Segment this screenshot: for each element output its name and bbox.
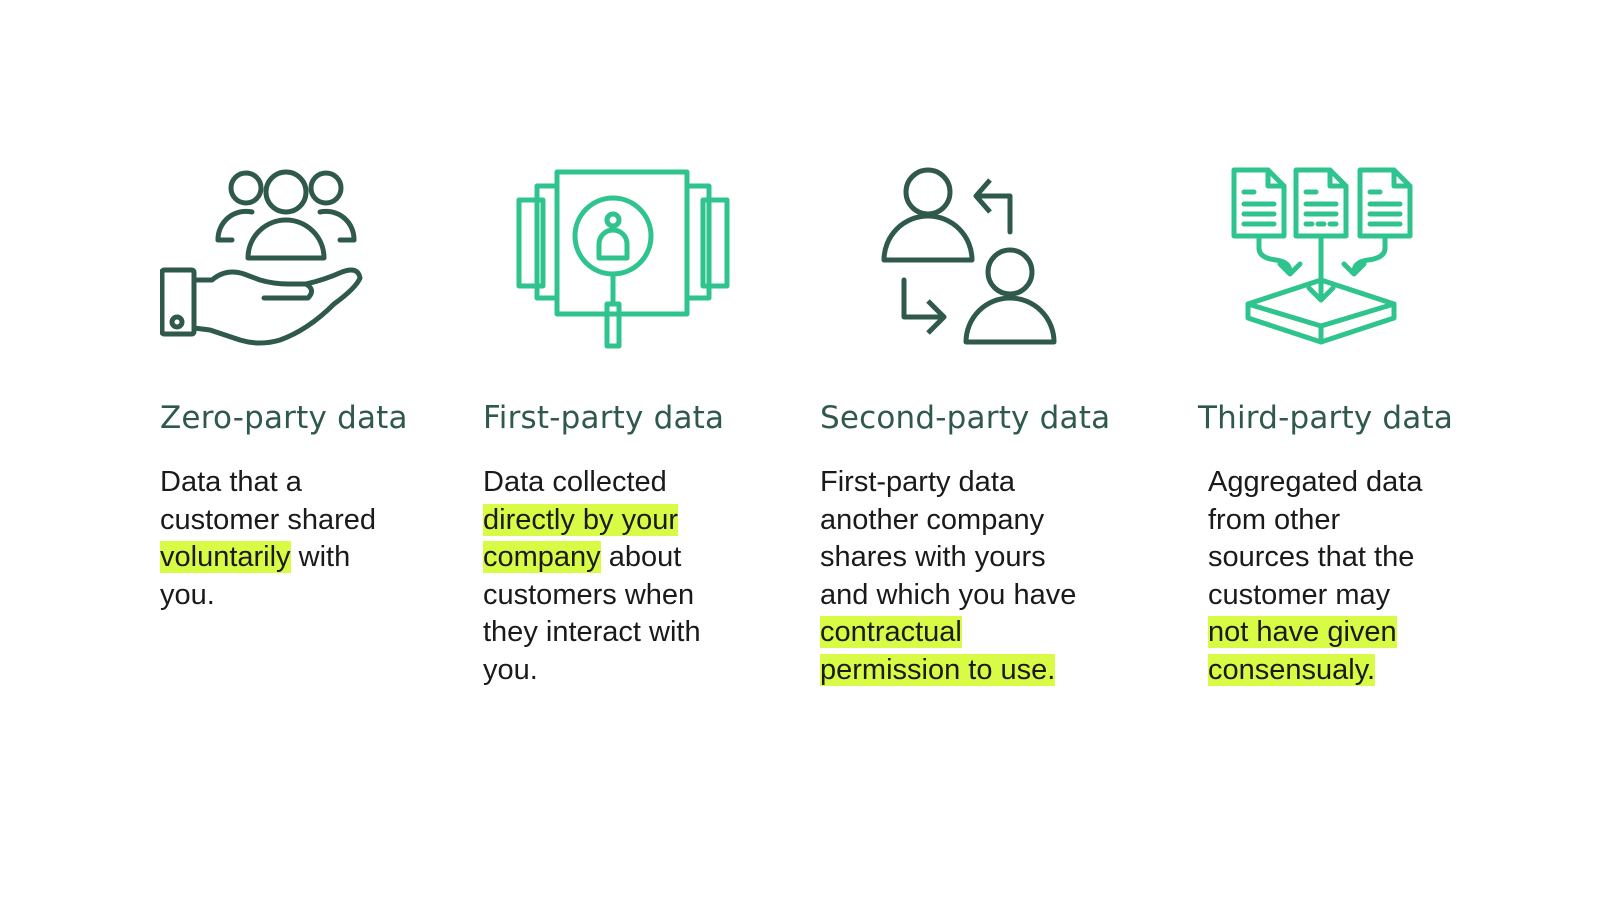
person-search-document-icon [513,160,733,355]
description-line: customers when [483,577,803,615]
text: you. [483,653,538,686]
description-line: customer shared [160,502,480,540]
description-line: Aggregated data [1208,464,1528,502]
people-exchange-icon [880,160,1100,355]
heading: Second-party data [820,400,1111,436]
heading: First-party data [483,400,725,436]
description-line: First-party data [820,464,1140,502]
heading: Zero-party data [160,400,408,436]
description-line: and which you have [820,577,1140,615]
description-line: Data that a [160,464,480,502]
description-line: from other [1208,502,1528,540]
description-line: you. [160,577,480,615]
description-line: company about [483,539,803,577]
text: Data collected [483,466,667,498]
text: shares with yours [820,541,1046,573]
heading: Third-party data [1198,400,1454,436]
description-line: you. [483,652,803,690]
description: Aggregated data from other sources that … [1208,464,1528,689]
highlighted-text: not have given [1208,616,1397,648]
description: First-party data another company shares … [820,464,1140,689]
description-line: Data collected [483,464,803,502]
text: sources that the [1208,541,1415,573]
text: customers when [483,578,695,611]
highlighted-text: consensualy. [1208,653,1376,686]
text: Data that a [160,466,302,498]
description: Data that a customer shared voluntarily … [160,464,480,614]
text: they interact with [483,616,701,648]
text: First-party data [820,466,1015,498]
description-line: voluntarily with [160,539,480,577]
highlighted-text: voluntarily [160,541,291,573]
text: about [600,541,682,573]
description-line: directly by your [483,502,803,540]
description-line: another company [820,502,1140,540]
text: another company [820,503,1045,536]
description-line: consensualy. [1208,652,1528,690]
text: with [290,541,351,573]
highlighted-text: company [483,541,601,573]
text: Aggregated data [1208,466,1423,498]
description: Data collected directly by your company … [483,464,803,689]
documents-aggregate-icon [1228,160,1448,355]
highlighted-text: directly by your [483,503,679,536]
text: you. [160,578,215,611]
description-line: permission to use. [820,652,1140,690]
highlighted-text: permission to use. [820,653,1056,686]
text: and which you have [820,578,1077,611]
text: customer shared [160,503,376,536]
description-line: shares with yours [820,539,1140,577]
hand-holding-people-icon [160,160,380,355]
description-line: contractual [820,614,1140,652]
description-line: customer may [1208,577,1528,615]
description-line: sources that the [1208,539,1528,577]
description-line: they interact with [483,614,803,652]
text: customer may [1208,578,1391,611]
description-line: not have given [1208,614,1528,652]
data-types-slide: Zero-party data Data that a customer sha… [0,0,1600,900]
highlighted-text: contractual [820,616,962,648]
text: from other [1208,503,1341,536]
